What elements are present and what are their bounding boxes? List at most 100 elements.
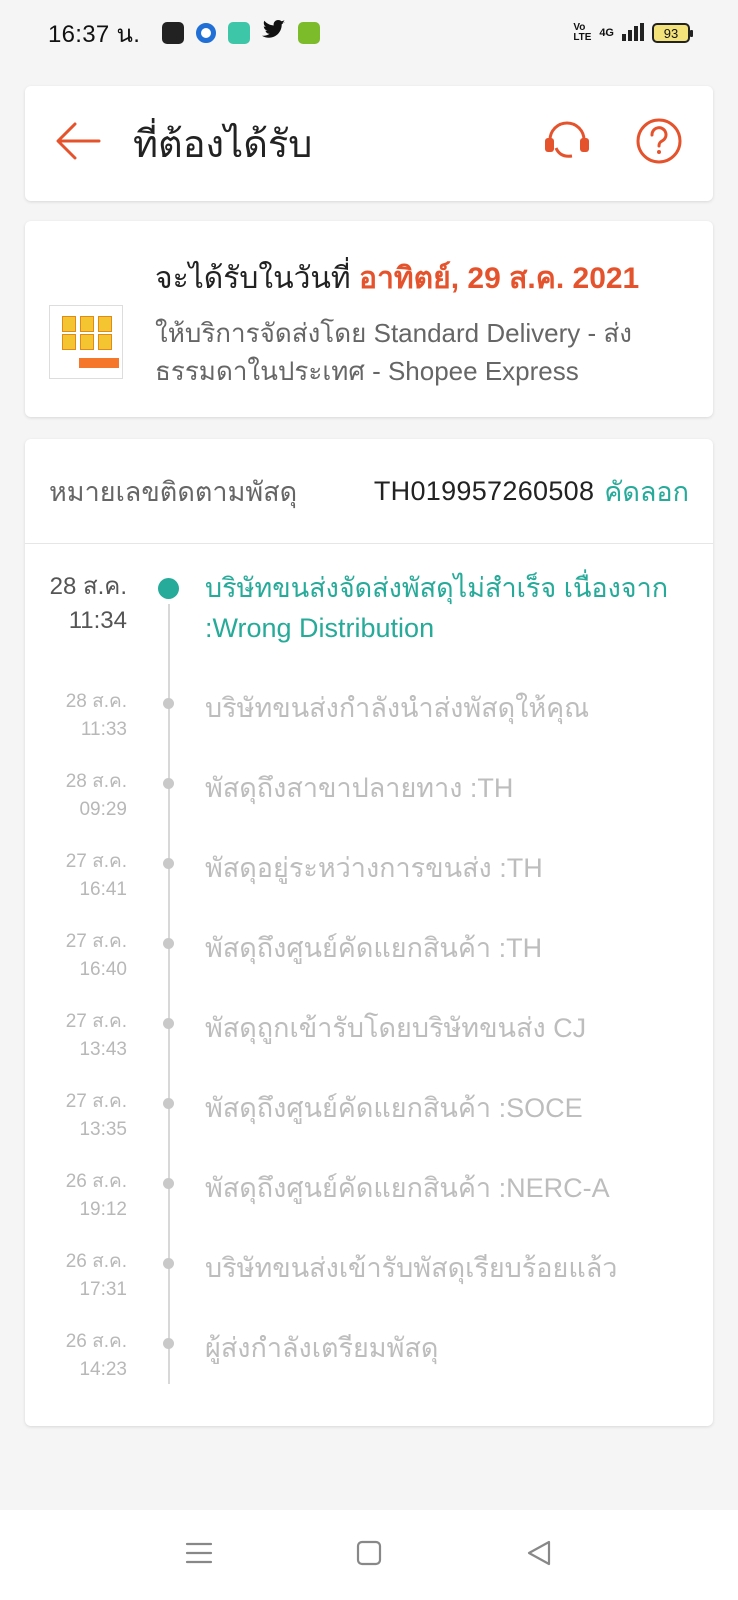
status-left: 16:37 น.	[48, 14, 321, 53]
menu-nav-button[interactable]	[179, 1535, 219, 1575]
back-button[interactable]	[53, 119, 103, 169]
event-datetime: 28 ส.ค. 11:33	[25, 688, 127, 768]
timeline-dot	[163, 1098, 174, 1109]
timeline-dot	[163, 1178, 174, 1189]
event-description: บริษัทขนส่งเข้ารับพัสดุเรียบร้อยแล้ว	[205, 1253, 618, 1283]
event-time: 16:40	[79, 959, 127, 980]
event-datetime: 26 ส.ค. 19:12	[25, 1168, 127, 1248]
arrow-left-icon	[55, 121, 101, 166]
timeline-event: 26 ส.ค. 14:23 ผู้ส่งกำลังเตรียมพัสดุ	[25, 1328, 713, 1408]
status-bar: 16:37 น. Vo LTE 4G 93	[0, 0, 738, 66]
volte-label: Vo LTE	[573, 22, 592, 43]
timeline-dot	[163, 938, 174, 949]
menu-icon	[185, 1541, 213, 1570]
timeline-event: 27 ส.ค. 13:43 พัสดุถูกเข้ารับโดยบริษัทขน…	[25, 1008, 713, 1088]
timeline-event: 26 ส.ค. 17:31 บริษัทขนส่งเข้ารับพัสดุเรี…	[25, 1248, 713, 1328]
product-thumbnail[interactable]	[49, 305, 123, 379]
event-datetime: 27 ส.ค. 13:43	[25, 1008, 127, 1088]
question-circle-icon	[635, 117, 683, 170]
system-nav-bar	[0, 1510, 738, 1600]
delivery-service: ให้บริการจัดส่งโดย Standard Delivery - ส…	[155, 318, 632, 386]
event-datetime: 28 ส.ค. 11:34	[25, 570, 127, 688]
delivery-text: จะได้รับในวันที่ อาทิตย์, 29 ส.ค. 2021 ใ…	[155, 255, 675, 417]
timeline-dot	[163, 698, 174, 709]
event-datetime: 28 ส.ค. 09:29	[25, 768, 127, 848]
tracking-card: หมายเลขติดตามพัสดุ TH019957260508 คัดลอก…	[25, 439, 713, 1426]
event-datetime: 27 ส.ค. 16:41	[25, 848, 127, 928]
battery-indicator: 93	[652, 23, 693, 43]
help-button[interactable]	[633, 118, 685, 170]
header-bar: ที่ต้องได้รับ	[25, 86, 713, 201]
timeline-event: 27 ส.ค. 16:41 พัสดุอยู่ระหว่างการขนส่ง :…	[25, 848, 713, 928]
delivery-info-card: จะได้รับในวันที่ อาทิตย์, 29 ส.ค. 2021 ใ…	[25, 221, 713, 417]
event-description: บริษัทขนส่งกำลังนำส่งพัสดุให้คุณ	[205, 693, 590, 723]
copy-button[interactable]: คัดลอก	[604, 470, 689, 513]
event-description: พัสดุถึงสาขาปลายทาง :TH	[205, 773, 514, 803]
event-datetime: 27 ส.ค. 16:40	[25, 928, 127, 1008]
tracking-number: TH019957260508	[373, 475, 595, 506]
event-description: พัสดุถึงศูนย์คัดแยกสินค้า :SOCE	[205, 1093, 583, 1123]
event-datetime: 27 ส.ค. 13:35	[25, 1088, 127, 1168]
line-app-icon	[228, 22, 251, 44]
shopee-app-icon	[162, 22, 185, 44]
timeline-event: 28 ส.ค. 09:29 พัสดุถึงสาขาปลายทาง :TH	[25, 768, 713, 848]
timeline-dot-active	[158, 578, 179, 599]
event-time: 16:41	[79, 879, 127, 900]
timeline-dot	[163, 858, 174, 869]
tracking-header: หมายเลขติดตามพัสดุ TH019957260508 คัดลอก	[25, 439, 713, 544]
triangle-back-icon	[525, 1539, 553, 1572]
timeline-dot	[163, 1338, 174, 1349]
event-date: 27 ส.ค.	[65, 1011, 127, 1032]
event-time: 13:43	[79, 1039, 127, 1060]
home-square-icon	[355, 1539, 383, 1572]
event-description: พัสดุอยู่ระหว่างการขนส่ง :TH	[205, 853, 543, 883]
event-date: 27 ส.ค.	[65, 1091, 127, 1112]
event-time: 09:29	[79, 799, 127, 820]
timeline-dot	[163, 778, 174, 789]
timeline-dot	[163, 1018, 174, 1029]
event-description: พัสดุถึงศูนย์คัดแยกสินค้า :NERC-A	[205, 1173, 610, 1203]
event-datetime: 26 ส.ค. 14:23	[25, 1328, 127, 1408]
event-date: 26 ส.ค.	[65, 1331, 127, 1352]
timeline-dot	[163, 1258, 174, 1269]
tracking-label: หมายเลขติดตามพัสดุ	[49, 476, 298, 507]
event-time: 14:23	[79, 1359, 127, 1380]
event-time: 11:34	[68, 607, 127, 634]
delivery-label: จะได้รับในวันที่	[155, 262, 351, 295]
event-date: 27 ส.ค.	[65, 851, 127, 872]
signal-icon	[622, 22, 644, 44]
circle-app-icon	[196, 23, 217, 43]
back-nav-button[interactable]	[519, 1535, 559, 1575]
event-date: 27 ส.ค.	[65, 931, 127, 952]
event-description: พัสดุถึงศูนย์คัดแยกสินค้า :TH	[205, 933, 543, 963]
timeline-event: 26 ส.ค. 19:12 พัสดุถึงศูนย์คัดแยกสินค้า …	[25, 1168, 713, 1248]
timeline-event: 27 ส.ค. 13:35 พัสดุถึงศูนย์คัดแยกสินค้า …	[25, 1088, 713, 1168]
estimated-delivery: จะได้รับในวันที่ อาทิตย์, 29 ส.ค. 2021	[155, 255, 675, 302]
page-title: ที่ต้องได้รับ	[133, 124, 313, 166]
timeline-event: 27 ส.ค. 16:40 พัสดุถึงศูนย์คัดแยกสินค้า …	[25, 928, 713, 1008]
event-date: 28 ส.ค.	[65, 691, 127, 712]
event-time: 17:31	[79, 1279, 127, 1300]
status-time: 16:37 น.	[48, 20, 141, 48]
event-date: 28 ส.ค.	[65, 771, 127, 792]
event-date: 26 ส.ค.	[65, 1251, 127, 1272]
event-time: 19:12	[79, 1199, 127, 1220]
headset-icon	[542, 118, 592, 169]
status-right: Vo LTE 4G 93	[573, 22, 693, 44]
event-description: พัสดุถูกเข้ารับโดยบริษัทขนส่ง CJ	[205, 1013, 587, 1043]
game-app-icon	[298, 22, 321, 44]
event-datetime: 26 ส.ค. 17:31	[25, 1248, 127, 1328]
tracking-timeline: 28 ส.ค. 11:34 บริษัทขนส่งจัดส่งพัสดุไม่ส…	[25, 544, 713, 1408]
header-actions	[541, 118, 685, 170]
event-time: 13:35	[79, 1119, 127, 1140]
event-date: 28 ส.ค.	[49, 573, 127, 600]
support-button[interactable]	[541, 118, 593, 170]
event-date: 26 ส.ค.	[65, 1171, 127, 1192]
network-label: 4G	[599, 27, 614, 39]
twitter-icon	[262, 19, 286, 47]
event-description: ผู้ส่งกำลังเตรียมพัสดุ	[205, 1333, 439, 1363]
home-nav-button[interactable]	[349, 1535, 389, 1575]
timeline-event: 28 ส.ค. 11:34 บริษัทขนส่งจัดส่งพัสดุไม่ส…	[25, 570, 713, 688]
event-time: 11:33	[80, 719, 127, 740]
event-description: บริษัทขนส่งจัดส่งพัสดุไม่สำเร็จ เนื่องจา…	[205, 573, 669, 643]
